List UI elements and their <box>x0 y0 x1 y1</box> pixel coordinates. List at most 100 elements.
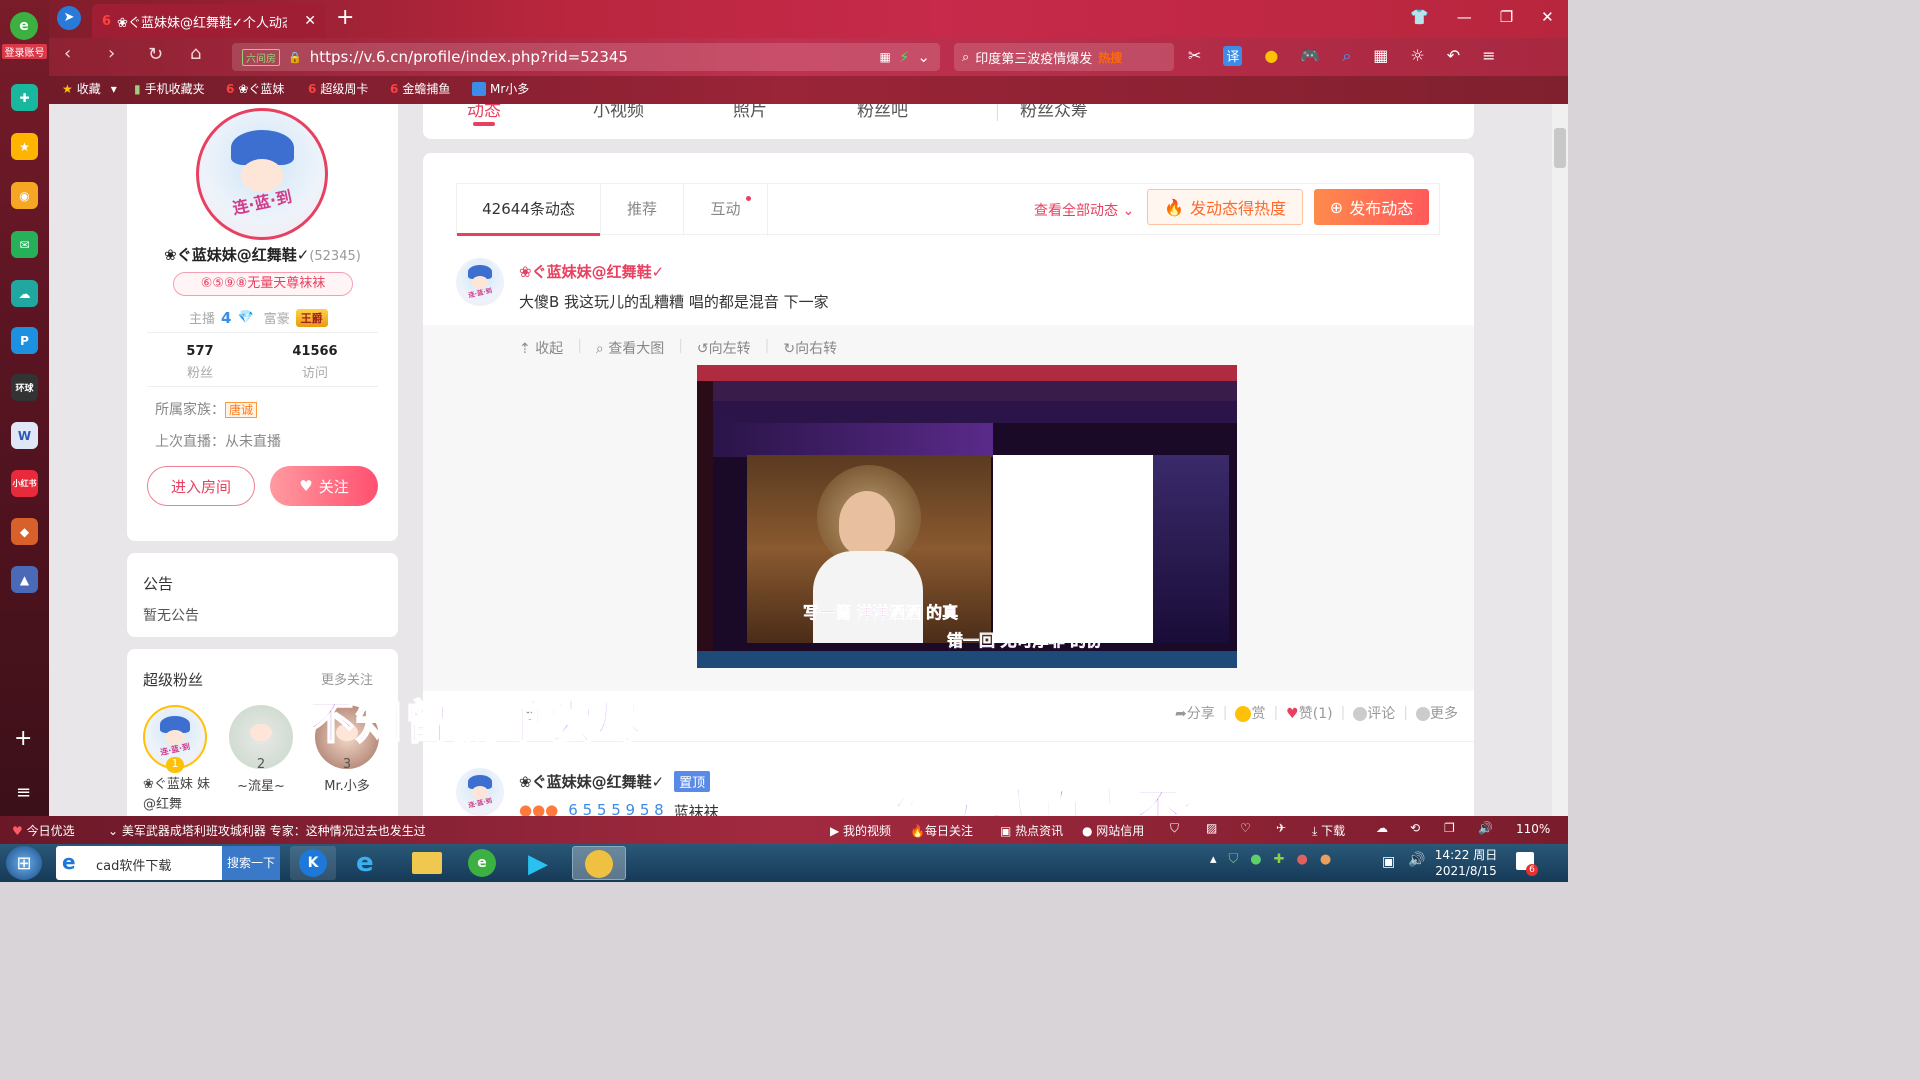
network-icon[interactable]: ▣ <box>1382 854 1395 870</box>
news-app-icon[interactable]: 环球 <box>11 374 38 401</box>
post-image[interactable]: 写一篇 洋洋洒洒 的真 错一回 无可厚非 的份 <box>697 365 1237 668</box>
chevron-down-icon[interactable]: ⌄ <box>917 48 930 66</box>
news-ticker[interactable]: ⌄ 美军武器成塔利班攻城利器 专家：这种情况过去也发生过 <box>108 822 426 839</box>
undo-icon[interactable]: ↶ <box>1447 46 1460 66</box>
game-app2-icon[interactable]: ▲ <box>11 566 38 593</box>
tray-app2-icon[interactable]: ● <box>1320 852 1331 867</box>
post-author[interactable]: ❀ぐ蓝妹妹@红舞鞋✓ <box>519 261 664 282</box>
download-link[interactable]: ⤓ 下载 <box>1312 822 1345 839</box>
tray-shield-icon[interactable]: ⛉ <box>1229 852 1239 867</box>
favorite-star-icon[interactable]: ★ <box>11 133 38 160</box>
rotate-right-button[interactable]: ↻向右转 <box>783 338 837 358</box>
taskbar-ie[interactable]: e <box>344 846 394 880</box>
post-author[interactable]: ❀ぐ蓝妹妹@红舞鞋✓ <box>519 771 664 792</box>
navigation-icon[interactable]: ➤ <box>57 6 81 30</box>
more-button[interactable]: 更多 <box>1416 703 1458 723</box>
taskbar-explorer[interactable] <box>402 846 452 880</box>
comment-button[interactable]: 评论 <box>1353 703 1395 723</box>
post-avatar[interactable]: 连·蓝·到 <box>456 768 504 816</box>
tray-browser-icon[interactable]: ● <box>1250 852 1261 867</box>
red-book-icon[interactable]: 小红书 <box>11 470 38 497</box>
back-icon[interactable]: ‹ <box>64 43 71 64</box>
reward-button[interactable]: 赏 <box>1235 703 1265 723</box>
page-scrollbar[interactable] <box>1552 104 1568 816</box>
tab-profile[interactable]: 6 ❀ぐ蓝妹妹@红舞鞋✓个人动态 ✕ <box>92 4 326 38</box>
heartbeat-icon[interactable]: ♡ <box>1240 821 1251 835</box>
my-video-link[interactable]: ▶ 我的视频 <box>830 822 891 839</box>
doc-app-icon[interactable]: W <box>11 422 38 449</box>
view-large-button[interactable]: ⌕ 查看大图 <box>596 338 664 358</box>
tray-plus-icon[interactable]: ✚ <box>1274 852 1285 867</box>
sync-icon[interactable]: ⟲ <box>1410 821 1420 835</box>
tab-short-video[interactable]: 小视频 <box>593 104 733 121</box>
p-app-icon[interactable]: P <box>11 327 38 354</box>
browser-logo-icon[interactable]: e <box>10 12 38 40</box>
grid-icon[interactable]: ▦ <box>880 50 891 64</box>
tab-fan-bar[interactable]: 粉丝吧 <box>857 104 997 121</box>
forward-icon[interactable]: › <box>108 43 115 64</box>
url-field[interactable]: 六间房 🔒 https://v.6.cn/profile/index.php?r… <box>232 43 940 71</box>
add-sidebar-icon[interactable]: + <box>14 726 32 751</box>
view-all-dropdown[interactable]: 查看全部动态 ⌄ <box>1034 200 1134 220</box>
game-app-icon[interactable]: ◆ <box>11 518 38 545</box>
like-button[interactable]: ♥赞(1) <box>1286 703 1332 723</box>
start-button[interactable]: ⊞ <box>6 846 42 880</box>
taskbar-active-app[interactable] <box>572 846 626 880</box>
fav-item-mobile[interactable]: ▮ 手机收藏夹 <box>134 80 205 97</box>
zoom-level[interactable]: 110% <box>1516 822 1550 836</box>
shield-icon[interactable]: ⛉ <box>1170 821 1179 836</box>
tab-dynamic[interactable]: 动态 <box>467 104 593 121</box>
login-button[interactable]: 登录账号 <box>2 44 47 59</box>
close-tab-icon[interactable]: ✕ <box>304 13 316 29</box>
mail-icon[interactable]: ✉ <box>11 231 38 258</box>
hot-button[interactable]: 🔥 发动态得热度 <box>1147 189 1303 225</box>
fan-name-1[interactable]: ❀ぐ蓝妹 妹@红舞 <box>143 775 213 815</box>
skin-icon[interactable]: 👕 <box>1410 8 1429 26</box>
tab-recommend[interactable]: 推荐 <box>600 184 684 236</box>
plus-app-icon[interactable]: ✚ <box>11 84 38 111</box>
follow-button[interactable]: ♥ 关注 <box>270 466 378 506</box>
daily-follow-link[interactable]: 🔥每日关注 <box>910 822 973 839</box>
maximize-button[interactable]: ❐ <box>1500 8 1513 26</box>
scissors-icon[interactable]: ✂ <box>1188 46 1201 66</box>
fav-item-weekcard[interactable]: 6 超级周卡 <box>308 80 368 97</box>
sidebar-menu-icon[interactable]: ≡ <box>16 782 31 803</box>
enter-room-button[interactable]: 进入房间 <box>147 466 255 506</box>
fan-name-2[interactable]: ~流星~ <box>229 775 293 794</box>
scrollbar-thumb[interactable] <box>1554 128 1566 168</box>
refresh-icon[interactable]: ↻ <box>148 44 163 65</box>
window-icon[interactable]: ❐ <box>1444 821 1455 835</box>
share-button[interactable]: ➦分享 <box>1175 703 1215 723</box>
brightness-icon[interactable]: ☼ <box>1410 46 1424 66</box>
taskbar-player[interactable]: ▶ <box>516 846 566 880</box>
game-icon[interactable]: 🎮 <box>1300 46 1320 66</box>
fav-item-fishing[interactable]: 6 金蟾捕鱼 <box>390 80 450 97</box>
tab-feed-count[interactable]: 42644条动态 <box>457 184 600 236</box>
menu-icon[interactable]: ≡ <box>1482 46 1495 66</box>
family-badge[interactable]: 唐诚 <box>225 402 258 418</box>
fav-item-mr[interactable]: Mr小多 <box>472 80 529 97</box>
tab-photos[interactable]: 照片 <box>733 104 857 121</box>
fav-item-collect[interactable]: ★ 收藏 ▾ <box>62 80 117 97</box>
rocket-icon[interactable]: ✈ <box>1276 821 1286 835</box>
cloud-icon[interactable]: ☁ <box>11 280 38 307</box>
hot-news-link[interactable]: ▣ 热点资讯 <box>1000 822 1063 839</box>
close-window-button[interactable]: ✕ <box>1541 8 1554 26</box>
translate-icon[interactable]: 译 <box>1223 46 1243 66</box>
site-credit-link[interactable]: ● 网站信用 <box>1082 822 1144 839</box>
clock[interactable]: 14:22 周日 2021/8/15 <box>1434 847 1498 879</box>
magnifier-icon[interactable]: ⌕ <box>1342 46 1351 66</box>
taskbar-browser[interactable]: e <box>458 846 508 880</box>
lightning-icon[interactable]: ⚡ <box>899 48 910 66</box>
search-button[interactable]: 搜索一下 <box>222 846 280 880</box>
taskbar-k-app[interactable]: K <box>290 846 336 880</box>
coin-icon[interactable]: ● <box>1264 46 1278 66</box>
volume-icon[interactable]: 🔊 <box>1478 821 1493 835</box>
taskbar-ie-search[interactable]: e cad软件下载 搜索一下 <box>56 846 280 880</box>
cloud-icon[interactable]: ☁ <box>1376 821 1388 835</box>
home-icon[interactable]: ⌂ <box>190 43 201 64</box>
fan-name-3[interactable]: Mr.小多 <box>315 775 379 794</box>
post-avatar[interactable]: 连·蓝·到 <box>456 258 504 306</box>
fav-item-profile[interactable]: 6 ❀ぐ蓝妹 <box>226 80 284 97</box>
minimize-button[interactable]: — <box>1457 8 1472 26</box>
